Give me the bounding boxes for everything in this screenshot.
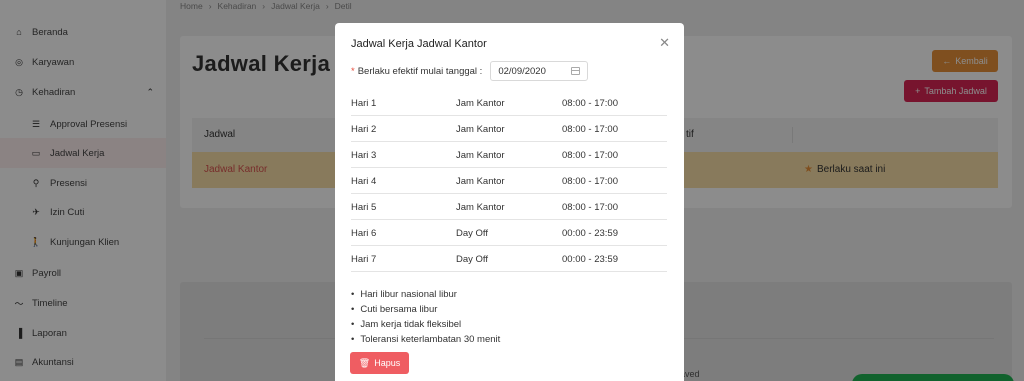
day-cell: Hari 7 xyxy=(351,254,377,265)
time-cell: 08:00 - 17:00 xyxy=(562,176,618,187)
schedule-row: Hari 5 Jam Kantor 08:00 - 17:00 xyxy=(351,194,667,220)
schedule-notes-list: Hari libur nasional libur Cuti bersama l… xyxy=(351,287,500,347)
shift-cell: Jam Kantor xyxy=(456,124,505,135)
schedule-row: Hari 3 Jam Kantor 08:00 - 17:00 xyxy=(351,142,667,168)
time-cell: 00:00 - 23:59 xyxy=(562,254,618,265)
time-cell: 08:00 - 17:00 xyxy=(562,98,618,109)
day-cell: Hari 6 xyxy=(351,228,377,239)
schedule-row: Hari 2 Jam Kantor 08:00 - 17:00 xyxy=(351,116,667,142)
list-item: Toleransi keterlambatan 30 menit xyxy=(351,332,500,347)
required-marker: * xyxy=(351,65,355,77)
list-item: Cuti bersama libur xyxy=(351,302,500,317)
schedule-row: Hari 7 Day Off 00:00 - 23:59 xyxy=(351,246,667,272)
schedule-row: Hari 4 Jam Kantor 08:00 - 17:00 xyxy=(351,168,667,194)
schedule-row: Hari 1 Jam Kantor 08:00 - 17:00 xyxy=(351,90,667,116)
list-item: Hari libur nasional libur xyxy=(351,287,500,302)
close-icon[interactable]: ✕ xyxy=(659,35,670,51)
schedule-row: Hari 6 Day Off 00:00 - 23:59 xyxy=(351,220,667,246)
day-cell: Hari 5 xyxy=(351,202,377,213)
shift-cell: Day Off xyxy=(456,228,489,239)
effective-date-value: 02/09/2020 xyxy=(498,65,546,77)
day-cell: Hari 1 xyxy=(351,98,377,109)
time-cell: 08:00 - 17:00 xyxy=(562,202,618,213)
modal-title: Jadwal Kerja Jadwal Kantor xyxy=(351,38,487,50)
shift-cell: Jam Kantor xyxy=(456,202,505,213)
trash-icon: 🗑 xyxy=(358,357,371,368)
effective-date-row: * Berlaku efektif mulai tanggal : 02/09/… xyxy=(351,61,589,81)
list-item: Jam kerja tidak fleksibel xyxy=(351,317,500,332)
effective-date-input[interactable]: 02/09/2020 xyxy=(490,61,589,81)
effective-date-label: Berlaku efektif mulai tanggal : xyxy=(357,65,483,77)
shift-cell: Jam Kantor xyxy=(456,176,505,187)
delete-button[interactable]: 🗑 Hapus xyxy=(350,352,409,374)
schedule-table: Hari 1 Jam Kantor 08:00 - 17:00 Hari 2 J… xyxy=(351,90,667,272)
shift-cell: Jam Kantor xyxy=(456,98,505,109)
day-cell: Hari 3 xyxy=(351,150,377,161)
calendar-icon xyxy=(571,67,581,75)
shift-cell: Day Off xyxy=(456,254,489,265)
time-cell: 08:00 - 17:00 xyxy=(562,150,618,161)
day-cell: Hari 2 xyxy=(351,124,377,135)
time-cell: 00:00 - 23:59 xyxy=(562,228,618,239)
day-cell: Hari 4 xyxy=(351,176,377,187)
schedule-detail-modal: Jadwal Kerja Jadwal Kantor ✕ * Berlaku e… xyxy=(335,23,684,381)
time-cell: 08:00 - 17:00 xyxy=(562,124,618,135)
delete-button-label: Hapus xyxy=(374,358,401,368)
shift-cell: Jam Kantor xyxy=(456,150,505,161)
